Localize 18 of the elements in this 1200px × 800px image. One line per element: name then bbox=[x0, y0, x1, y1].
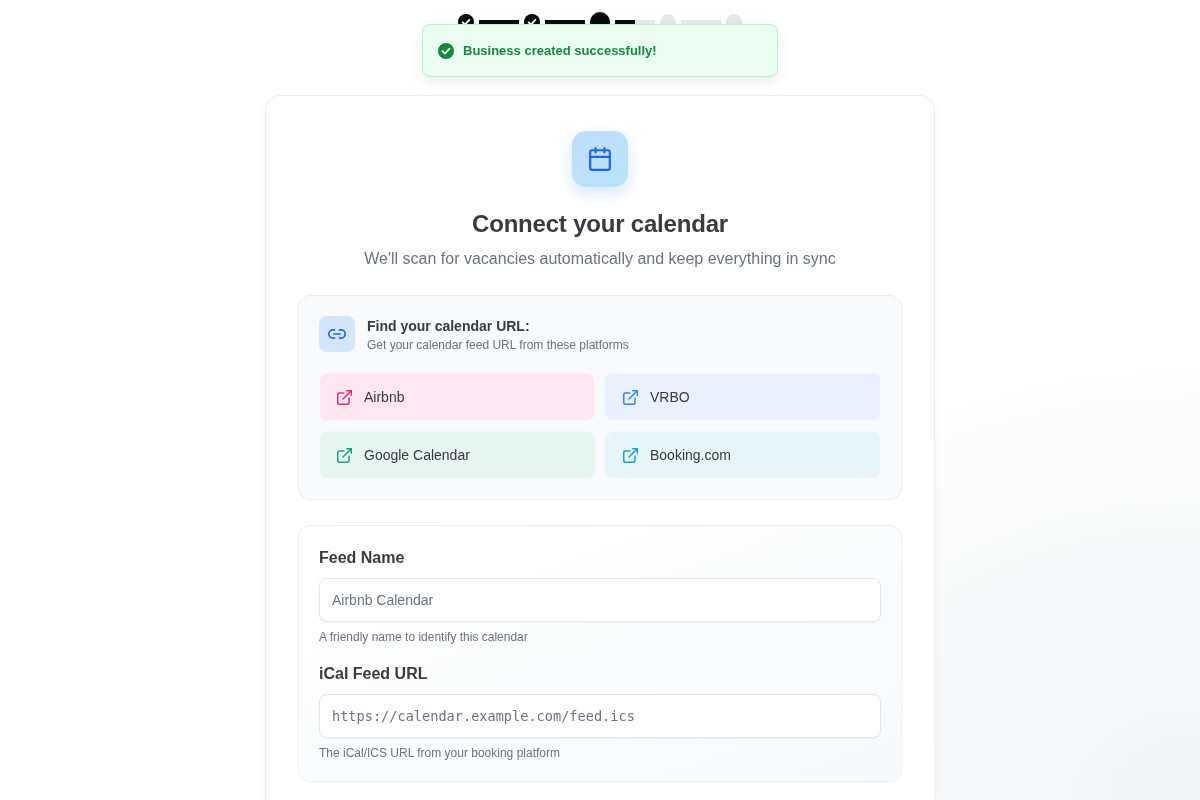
platform-link[interactable]: Google Calendar bbox=[319, 431, 595, 479]
check-circle-icon bbox=[438, 42, 454, 59]
field-hint: The iCal/ICS URL from your booking platform bbox=[319, 745, 561, 761]
link-icon bbox=[319, 316, 355, 352]
field-hint: A friendly name to identify this calendar bbox=[319, 629, 529, 645]
platform-link[interactable]: VRBO bbox=[605, 373, 881, 421]
page-subtitle: We'll scan for vacancies automatically and keep everything in sync bbox=[363, 249, 837, 269]
text-field[interactable]: Airbnb Calendar bbox=[319, 578, 881, 622]
toast-message: Business created successfully! bbox=[463, 43, 657, 58]
url-field[interactable]: https://calendar.example.com/feed.ics bbox=[319, 694, 881, 738]
platform-link[interactable]: Airbnb bbox=[319, 373, 595, 421]
panel-subtitle: Get your calendar feed URL from these platforms bbox=[367, 337, 629, 354]
page-title: Connect your calendar bbox=[471, 209, 729, 239]
calendar-icon bbox=[572, 131, 628, 187]
field-label: iCal Feed URL bbox=[319, 664, 429, 684]
field-label: Feed Name bbox=[319, 548, 406, 568]
panel-title: Find your calendar URL: bbox=[367, 317, 531, 336]
platform-link[interactable]: Booking.com bbox=[605, 431, 881, 479]
